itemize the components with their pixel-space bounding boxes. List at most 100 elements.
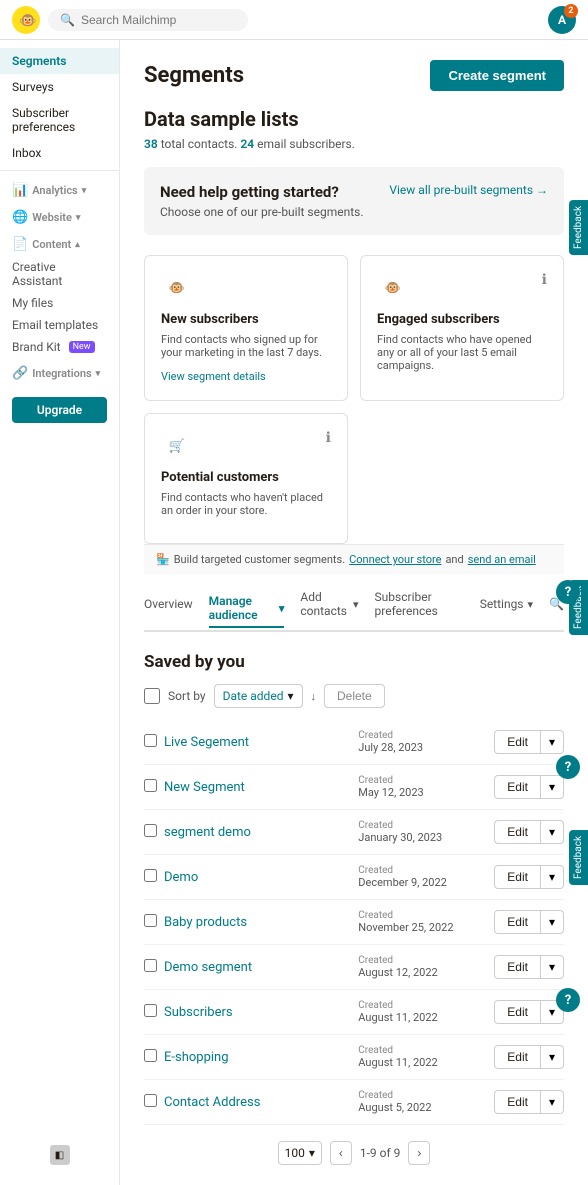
sidebar-item-segments[interactable]: Segments — [0, 48, 119, 74]
tab-settings[interactable]: Settings ▾ — [480, 597, 533, 615]
tab-add-contacts[interactable]: Add contacts ▾ — [300, 590, 358, 622]
row-checkbox-8[interactable] — [144, 1094, 164, 1111]
dropdown-button-3[interactable]: ▾ — [541, 865, 564, 889]
sort-select[interactable]: Date added ▾ — [214, 684, 303, 708]
table-controls: Sort by Date added ▾ ↓ Delete — [144, 684, 564, 708]
sidebar-section-content[interactable]: 📄 Content ▴ — [0, 229, 119, 256]
tab-subscriber-preferences[interactable]: Subscriber preferences — [375, 590, 464, 622]
sidebar-item-brand-kit[interactable]: Brand Kit New — [0, 336, 119, 358]
row-checkbox-3[interactable] — [144, 869, 164, 886]
help-button-2[interactable]: ? — [556, 755, 580, 779]
feedback-tab-1[interactable]: Feedback — [569, 200, 588, 255]
delete-button[interactable]: Delete — [324, 684, 385, 708]
card-potential-customers: 🛒 ℹ Potential customers Find contacts wh… — [144, 413, 348, 544]
dropdown-button-1[interactable]: ▾ — [541, 775, 564, 799]
row-checkbox-1[interactable] — [144, 779, 164, 796]
sidebar-item-creative-assistant[interactable]: Creative Assistant — [0, 256, 119, 292]
edit-button-2[interactable]: Edit — [494, 820, 541, 844]
main-content: Segments Create segment Data sample list… — [120, 40, 588, 1185]
segment-name-8[interactable]: Contact Address — [164, 1095, 358, 1110]
connect-store-link[interactable]: Connect your store — [349, 553, 441, 566]
notification-badge: 2 — [564, 4, 578, 18]
tab-overview[interactable]: Overview — [144, 597, 193, 615]
row-actions-2: Edit ▾ — [494, 820, 564, 844]
row-checkbox-5[interactable] — [144, 959, 164, 976]
edit-button-0[interactable]: Edit — [494, 730, 541, 754]
select-all-checkbox[interactable] — [144, 688, 160, 704]
search-bar[interactable]: 🔍 — [48, 9, 248, 31]
page-size-value: 100 — [285, 1146, 305, 1160]
segment-name-2[interactable]: segment demo — [164, 825, 358, 840]
segment-name-0[interactable]: Live Segement — [164, 735, 358, 750]
search-input[interactable] — [81, 13, 221, 27]
sidebar-section-integrations[interactable]: 🔗 Integrations ▾ — [0, 358, 119, 385]
edit-button-3[interactable]: Edit — [494, 865, 541, 889]
segment-name-5[interactable]: Demo segment — [164, 960, 358, 975]
add-contacts-chevron: ▾ — [353, 598, 359, 611]
row-checkbox-0[interactable] — [144, 734, 164, 751]
row-checkbox-7[interactable] — [144, 1049, 164, 1066]
engaged-subscribers-icon: 🐵 — [377, 272, 409, 304]
edit-button-4[interactable]: Edit — [494, 910, 541, 934]
build-note-icon: 🏪 — [156, 553, 170, 566]
sidebar-item-email-templates[interactable]: Email templates — [0, 314, 119, 336]
segment-created-8: Created August 5, 2022 — [358, 1090, 478, 1114]
next-page-button[interactable]: › — [408, 1141, 430, 1165]
table-row: Demo Created December 9, 2022 Edit ▾ — [144, 855, 564, 900]
row-actions-1: Edit ▾ — [494, 775, 564, 799]
dropdown-button-7[interactable]: ▾ — [541, 1045, 564, 1069]
sidebar-item-inbox[interactable]: Inbox — [0, 140, 119, 166]
segment-name-3[interactable]: Demo — [164, 870, 358, 885]
segment-name-6[interactable]: Subscribers — [164, 1005, 358, 1020]
engaged-info-icon[interactable]: ℹ — [542, 272, 547, 288]
svg-text:🐵: 🐵 — [19, 13, 36, 29]
upgrade-button[interactable]: Upgrade — [12, 397, 107, 423]
sidebar-item-my-files[interactable]: My files — [0, 292, 119, 314]
help-button-1[interactable]: ? — [556, 580, 580, 604]
table-row: New Segment Created May 12, 2023 Edit ▾ — [144, 765, 564, 810]
row-checkbox-6[interactable] — [144, 1004, 164, 1021]
edit-button-5[interactable]: Edit — [494, 955, 541, 979]
feedback-tab-3[interactable]: Feedback — [569, 830, 588, 885]
table-row: Contact Address Created August 5, 2022 E… — [144, 1080, 564, 1125]
segment-name-4[interactable]: Baby products — [164, 915, 358, 930]
segment-name-1[interactable]: New Segment — [164, 780, 358, 795]
segment-created-6: Created August 11, 2022 — [358, 1000, 478, 1024]
sort-direction-icon[interactable]: ↓ — [311, 690, 317, 703]
sidebar-collapse-icon[interactable]: ◧ — [50, 1145, 70, 1165]
segment-created-2: Created January 30, 2023 — [358, 820, 478, 844]
prev-page-button[interactable]: ‹ — [330, 1141, 352, 1165]
send-email-link[interactable]: send an email — [468, 553, 536, 566]
create-segment-button[interactable]: Create segment — [430, 60, 564, 91]
potential-info-icon[interactable]: ℹ — [326, 430, 331, 446]
dropdown-button-2[interactable]: ▾ — [541, 820, 564, 844]
avatar[interactable]: A 2 — [548, 6, 576, 34]
segment-name-7[interactable]: E-shopping — [164, 1050, 358, 1065]
edit-button-7[interactable]: Edit — [494, 1045, 541, 1069]
row-checkbox-2[interactable] — [144, 824, 164, 841]
dropdown-button-8[interactable]: ▾ — [541, 1090, 564, 1114]
help-button-3[interactable]: ? — [556, 988, 580, 1012]
sidebar-item-surveys[interactable]: Surveys — [0, 74, 119, 100]
dropdown-button-0[interactable]: ▾ — [541, 730, 564, 754]
potential-customers-desc: Find contacts who haven't placed an orde… — [161, 491, 331, 517]
row-actions-4: Edit ▾ — [494, 910, 564, 934]
content-chevron: ▴ — [75, 240, 80, 250]
sidebar-section-analytics[interactable]: 📊 Analytics ▾ — [0, 175, 119, 202]
tab-manage-audience[interactable]: Manage audience ▾ — [209, 594, 285, 628]
sidebar-item-subscriber-prefs[interactable]: Subscriber preferences — [0, 100, 119, 140]
dropdown-button-5[interactable]: ▾ — [541, 955, 564, 979]
view-prebuilt-link[interactable]: View all pre-built segments → — [389, 183, 548, 197]
row-checkbox-4[interactable] — [144, 914, 164, 931]
row-actions-3: Edit ▾ — [494, 865, 564, 889]
dropdown-button-4[interactable]: ▾ — [541, 910, 564, 934]
edit-button-1[interactable]: Edit — [494, 775, 541, 799]
edit-button-8[interactable]: Edit — [494, 1090, 541, 1114]
sidebar-section-website[interactable]: 🌐 Website ▾ — [0, 202, 119, 229]
help-card-desc: Choose one of our pre-built segments. — [160, 205, 364, 219]
help-card-text: Need help getting started? Choose one of… — [160, 183, 364, 219]
mailchimp-logo[interactable]: 🐵 — [12, 6, 40, 34]
page-size-select[interactable]: 100 ▾ — [278, 1141, 322, 1165]
edit-button-6[interactable]: Edit — [494, 1000, 541, 1024]
new-subscribers-link[interactable]: View segment details — [161, 370, 266, 383]
